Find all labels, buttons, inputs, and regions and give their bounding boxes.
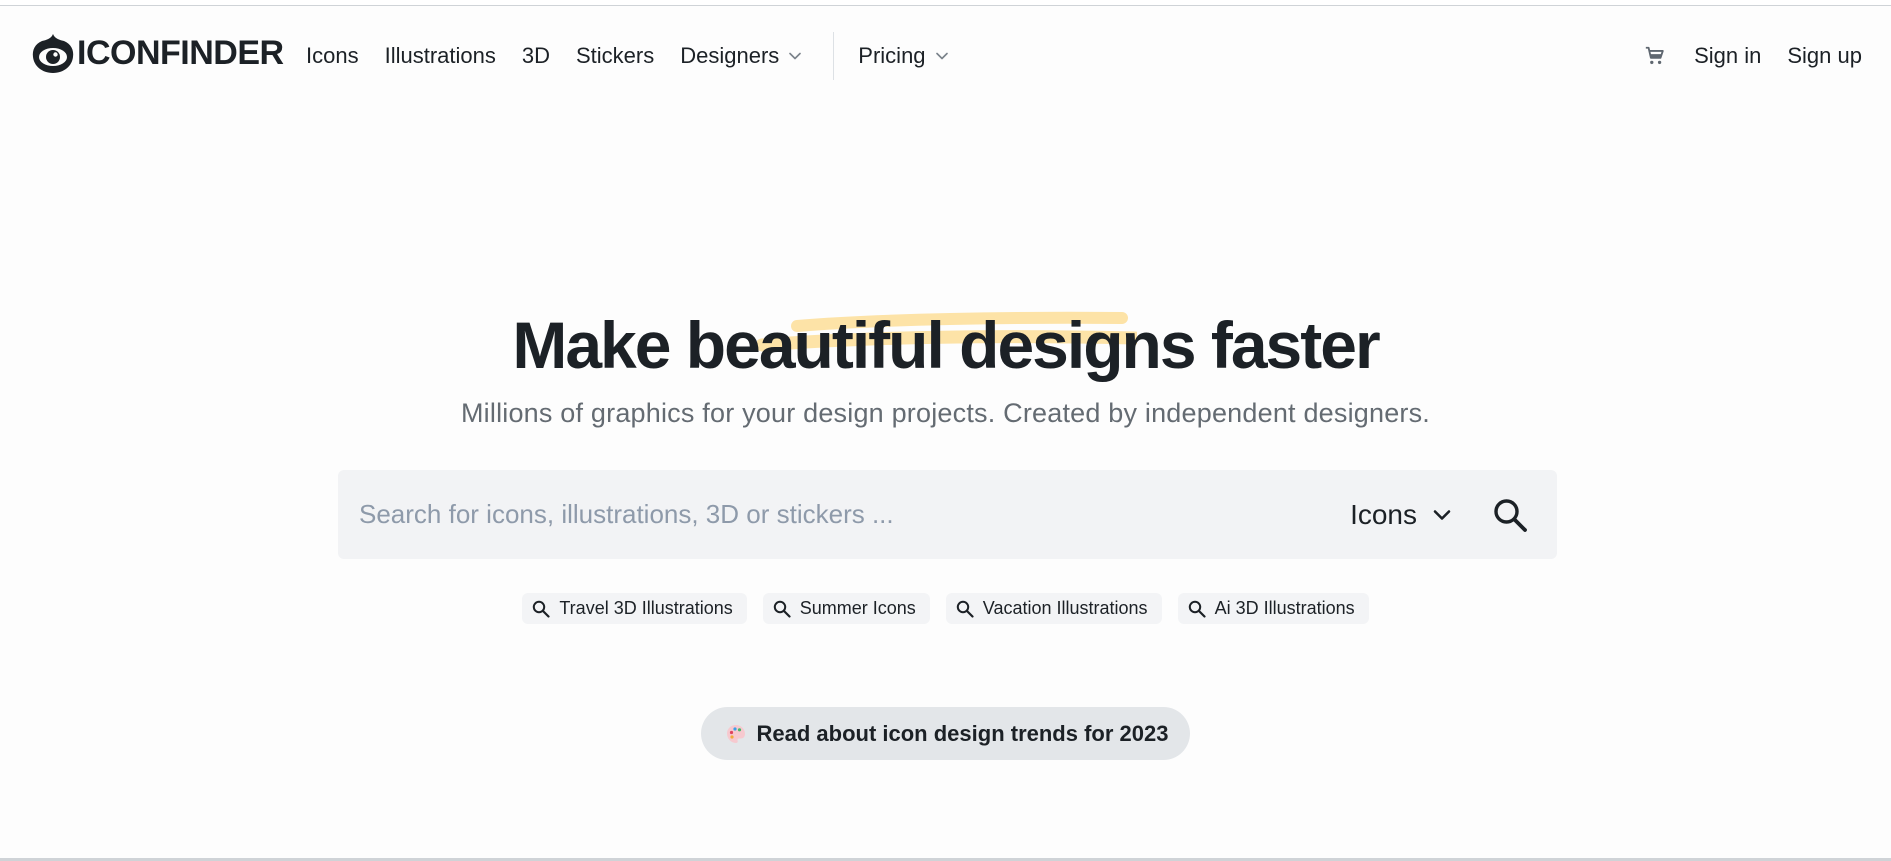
suggestion-label: Summer Icons — [799, 598, 916, 618]
search-icon — [956, 600, 974, 618]
hero-subtitle: Millions of graphics for your design pro… — [460, 398, 1431, 428]
design-trends-link[interactable]: Read about icon design trends for 2023 — [700, 707, 1191, 760]
header-actions: Sign in Sign up — [1644, 38, 1862, 74]
nav-divider — [833, 32, 835, 80]
nav-designers[interactable]: Designers — [680, 43, 802, 69]
iconfinder-logo-icon — [32, 34, 74, 73]
chevron-down-icon — [1433, 509, 1451, 520]
suggestion-chip[interactable]: Ai 3D Illustrations — [1177, 593, 1369, 624]
search-icon — [533, 600, 550, 618]
suggestion-chip[interactable]: Summer Icons — [762, 593, 930, 624]
design-trends-label: Read about icon design trends for 2023 — [756, 720, 1169, 746]
nav-designers-label: Designers — [680, 43, 780, 68]
suggestion-label: Travel 3D Illustrations — [559, 598, 733, 618]
search-icon — [773, 600, 791, 618]
search-icon — [1188, 600, 1206, 618]
hero-title: Make beautiful designs faster — [512, 305, 1381, 385]
hero-title-highlight: beautiful designs — [685, 308, 1197, 382]
hero: Make beautiful designs faster — [0, 305, 1891, 385]
palette-icon — [726, 724, 745, 743]
nav-illustrations[interactable]: Illustrations — [385, 43, 496, 69]
sign-up-link[interactable]: Sign up — [1787, 43, 1862, 69]
suggestion-chip[interactable]: Travel 3D Illustrations — [522, 593, 747, 624]
nav-stickers[interactable]: Stickers — [576, 43, 654, 69]
sign-in-link[interactable]: Sign in — [1694, 43, 1761, 69]
main-nav: Icons Illustrations 3D Stickers Designer… — [306, 32, 974, 80]
suggestion-chip[interactable]: Vacation Illustrations — [945, 593, 1162, 624]
search-suggestions: Travel 3D Illustrations Summer Icons Vac… — [0, 593, 1891, 624]
trend-banner: Read about icon design trends for 2023 — [0, 707, 1891, 760]
search-button[interactable] — [1485, 490, 1535, 540]
search-bar: Icons — [338, 470, 1557, 559]
nav-3d[interactable]: 3D — [522, 43, 550, 69]
site-header: ICONFINDER Icons Illustrations 3D Sticke… — [0, 6, 1891, 96]
nav-pricing-label: Pricing — [858, 43, 926, 68]
hero-title-prefix: Make — [512, 308, 671, 382]
search-input[interactable] — [338, 470, 1351, 559]
nav-pricing[interactable]: Pricing — [858, 43, 948, 69]
search-type-label: Icons — [1350, 498, 1417, 530]
hero-title-suffix: faster — [1210, 308, 1381, 382]
suggestion-label: Ai 3D Illustrations — [1214, 598, 1355, 618]
search-type-select[interactable]: Icons — [1350, 499, 1451, 531]
chevron-down-icon — [935, 52, 948, 60]
search-icon — [1494, 498, 1527, 532]
nav-icons[interactable]: Icons — [306, 43, 359, 69]
logo[interactable]: ICONFINDER — [31, 30, 284, 76]
cart-icon[interactable] — [1644, 45, 1666, 67]
logo-text: ICONFINDER — [77, 34, 284, 72]
suggestion-label: Vacation Illustrations — [982, 598, 1148, 618]
chevron-down-icon — [789, 52, 802, 60]
